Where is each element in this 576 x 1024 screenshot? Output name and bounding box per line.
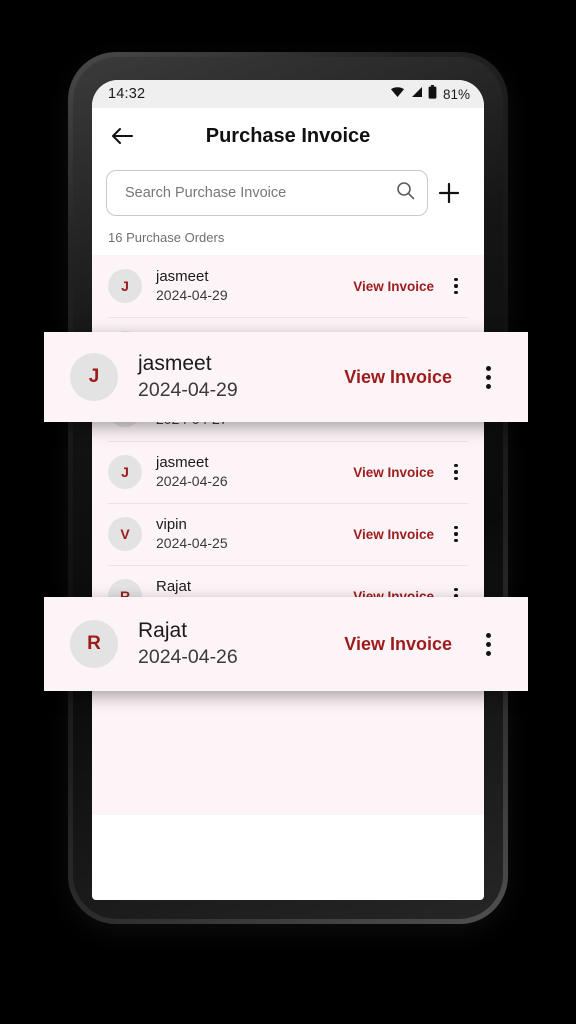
invoice-row[interactable]: Jjasmeet 2024-04-29 View Invoice (92, 255, 484, 317)
view-invoice-button[interactable]: View Invoice (353, 527, 434, 542)
list-count-label: 16 Purchase Orders (92, 224, 484, 255)
more-vertical-icon[interactable] (470, 365, 506, 389)
invoice-row[interactable]: Vvipin 2024-04-25 View Invoice (92, 503, 484, 565)
invoice-row[interactable]: Jjasmeet 2024-04-26 View Invoice (92, 441, 484, 503)
more-vertical-icon[interactable] (442, 463, 470, 481)
search-icon[interactable] (396, 181, 415, 205)
row-texts: Rajat 2024-04-26 (138, 617, 344, 671)
avatar: V (108, 517, 142, 551)
wifi-icon (390, 85, 405, 103)
row-date: 2024-04-26 (156, 473, 228, 489)
back-arrow-icon[interactable] (106, 120, 138, 152)
row-name: jasmeet (156, 268, 209, 285)
cellular-signal-icon (410, 85, 423, 103)
more-vertical-icon[interactable] (442, 277, 470, 295)
status-time: 14:32 (108, 86, 146, 102)
row-texts: jasmeet 2024-04-29 (156, 267, 353, 305)
view-invoice-button[interactable]: View Invoice (353, 465, 434, 480)
row-name: Rajat (138, 619, 188, 642)
more-vertical-icon[interactable] (470, 632, 506, 656)
phone-screen: 14:32 81% Purchase Invoice Search Purcha… (92, 80, 484, 900)
row-texts: jasmeet 2024-04-26 (156, 453, 353, 491)
plus-icon[interactable] (428, 172, 470, 214)
page-title: Purchase Invoice (205, 124, 371, 147)
avatar: J (70, 353, 118, 401)
row-name: jasmeet (156, 454, 209, 471)
row-texts: jasmeet 2024-04-29 (138, 350, 344, 404)
app-bar: Purchase Invoice (92, 108, 484, 164)
view-invoice-button[interactable]: View Invoice (344, 367, 452, 388)
row-date: 2024-04-29 (138, 379, 238, 401)
row-date: 2024-04-29 (156, 287, 228, 303)
avatar: J (108, 455, 142, 489)
search-input[interactable] (123, 184, 396, 202)
search-row (92, 164, 484, 224)
row-texts: vipin 2024-04-25 (156, 515, 353, 553)
magnified-row-overlay[interactable]: J jasmeet 2024-04-29 View Invoice (44, 332, 528, 422)
search-field[interactable] (106, 170, 428, 216)
row-name: vipin (156, 516, 187, 533)
battery-icon (428, 84, 437, 104)
row-name: Rajat (156, 578, 192, 595)
view-invoice-button[interactable]: View Invoice (344, 634, 452, 655)
row-date: 2024-04-26 (138, 646, 238, 668)
view-invoice-button[interactable]: View Invoice (353, 279, 434, 294)
magnified-row-overlay[interactable]: R Rajat 2024-04-26 View Invoice (44, 597, 528, 691)
row-date: 2024-04-25 (156, 535, 228, 551)
avatar: R (70, 620, 118, 668)
more-vertical-icon[interactable] (442, 525, 470, 543)
status-icons: 81% (390, 84, 470, 104)
status-bar: 14:32 81% (92, 80, 484, 108)
row-name: jasmeet (138, 352, 212, 375)
battery-percent-label: 81% (442, 86, 470, 102)
avatar: J (108, 269, 142, 303)
